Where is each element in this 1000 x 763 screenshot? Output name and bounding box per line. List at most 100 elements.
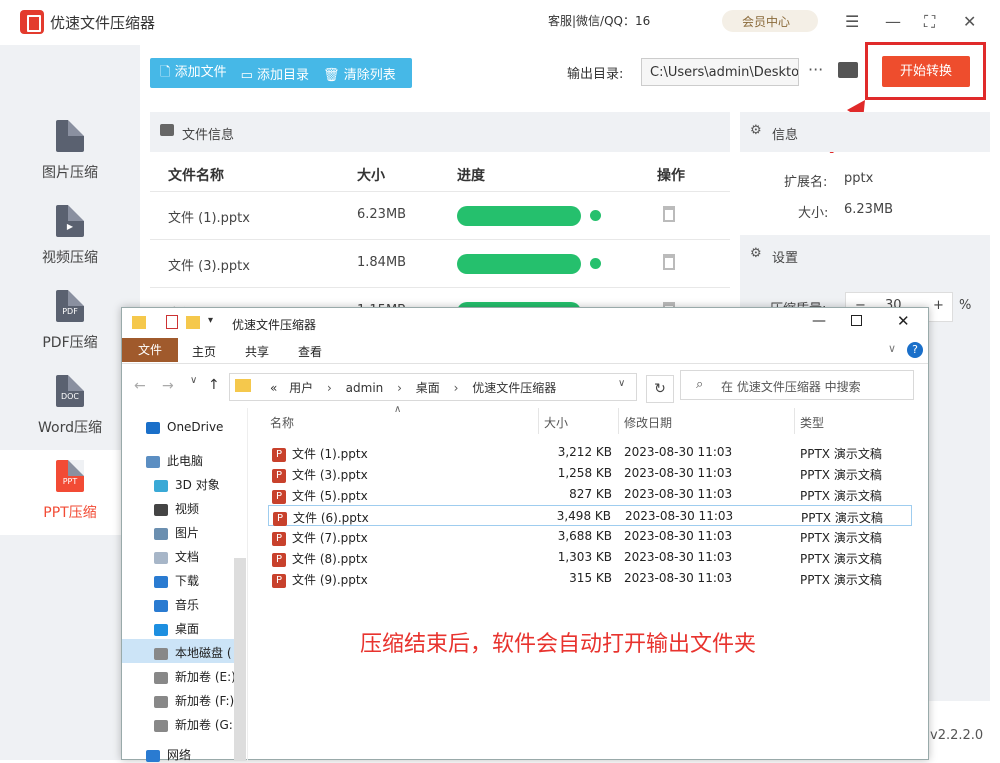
delete-icon[interactable]	[663, 254, 675, 270]
refresh-icon[interactable]: ↻	[646, 375, 674, 403]
sidebar-item-image[interactable]: 图片压缩	[0, 110, 140, 195]
navigation-pane: OneDrive 此电脑 3D 对象 视频 图片 文档 下载 音乐 桌面 本地磁…	[122, 408, 248, 763]
col-name[interactable]: 文件名称	[168, 165, 224, 185]
up-icon[interactable]: ↑	[208, 377, 220, 393]
file-type: PPTX 演示文稿	[800, 468, 882, 482]
col-header-size[interactable]: 大小	[544, 414, 568, 431]
file-row[interactable]: P 文件 (6).pptx 3,498 KB 2023-08-30 11:03 PPTX…	[268, 505, 912, 526]
minimize-icon[interactable]: —	[885, 12, 901, 31]
explorer-minimize-icon[interactable]: —	[812, 313, 826, 329]
explorer-close-icon[interactable]: ✕	[897, 312, 910, 330]
col-divider[interactable]	[794, 408, 795, 434]
col-header-type[interactable]: 类型	[800, 414, 824, 431]
col-divider[interactable]	[618, 408, 619, 434]
tree-item-pictures[interactable]: 图片	[154, 524, 199, 541]
quick-access-dropdown-icon[interactable]: ▾	[208, 315, 213, 326]
maximize-icon[interactable]: ⛶	[924, 12, 935, 32]
tree-item-local-disk[interactable]: 本地磁盘 (	[154, 644, 232, 661]
col-action: 操作	[657, 168, 685, 184]
file-row-name[interactable]: 文件 (1).pptx	[168, 207, 250, 226]
tree-item-music[interactable]: 音乐	[154, 596, 199, 613]
menu-icon[interactable]: ☰	[845, 12, 859, 31]
tab-file[interactable]: 文件	[122, 338, 178, 362]
col-header-date[interactable]: 修改日期	[624, 414, 672, 431]
breadcrumb-desktop[interactable]: 桌面	[416, 381, 440, 395]
tree-item-3d[interactable]: 3D 对象	[154, 476, 220, 493]
tree-item-this-pc[interactable]: 此电脑	[146, 452, 203, 469]
info-panel: 信息	[740, 112, 990, 152]
add-dir-button[interactable]: ▭ 添加目录	[241, 64, 309, 83]
col-header-name[interactable]: 名称	[270, 414, 294, 431]
file-row[interactable]: P 文件 (1).pptx 3,212 KB 2023-08-30 11:03 PPTX…	[268, 442, 912, 463]
clear-list-button[interactable]: 🗑 清除列表	[323, 64, 396, 83]
tree-item-documents[interactable]: 文档	[154, 548, 199, 565]
file-row[interactable]: P 文件 (3).pptx 1,258 KB 2023-08-30 11:03 PPTX…	[268, 463, 912, 484]
file-row-name[interactable]: 文件 (3).pptx	[168, 255, 250, 274]
output-path-field[interactable]: C:\Users\admin\Deskto	[641, 58, 799, 86]
tree-item-drive-e[interactable]: 新加卷 (E:)	[154, 668, 236, 685]
quality-plus-button[interactable]: +	[933, 298, 944, 313]
explorer-title: 优速文件压缩器	[232, 318, 317, 332]
sidebar-item-word[interactable]: DOC Word压缩	[0, 365, 140, 450]
tree-scrollbar[interactable]	[234, 558, 246, 761]
delete-icon[interactable]	[663, 206, 675, 222]
gear-icon: ⚙	[750, 123, 762, 138]
open-folder-icon[interactable]	[838, 62, 858, 78]
sidebar-item-label: PDF压缩	[42, 335, 98, 351]
tab-home[interactable]: 主页	[192, 343, 216, 360]
tree-item-desktop[interactable]: 桌面	[154, 620, 199, 637]
file-info-panel: 文件信息	[150, 112, 730, 152]
sidebar-item-ppt[interactable]: PPT PPT压缩	[0, 450, 140, 535]
col-divider[interactable]	[538, 408, 539, 434]
tab-share[interactable]: 共享	[245, 343, 269, 360]
back-icon[interactable]: ←	[134, 378, 146, 394]
image-file-icon	[56, 120, 84, 152]
documents-folder-icon	[154, 551, 168, 564]
breadcrumb-users[interactable]: 用户	[289, 381, 313, 395]
file-row[interactable]: P 文件 (8).pptx 1,303 KB 2023-08-30 11:03 PPTX…	[268, 547, 912, 568]
help-icon[interactable]: ?	[907, 342, 923, 358]
file-info-title: 文件信息	[182, 128, 235, 143]
file-name: P 文件 (8).pptx	[268, 550, 368, 567]
version-text: v2.2.2.0	[930, 728, 984, 743]
forward-icon[interactable]: →	[162, 378, 174, 394]
search-placeholder: 在 优速文件压缩器 中搜索	[721, 380, 861, 394]
tree-label: 桌面	[175, 622, 200, 636]
file-row[interactable]: P 文件 (9).pptx 315 KB 2023-08-30 11:03 PPTX 演…	[268, 568, 912, 589]
member-badge[interactable]: 会员中心	[722, 10, 818, 32]
search-input[interactable]: 在 优速文件压缩器 中搜索	[680, 370, 914, 400]
breadcrumb-current[interactable]: 优速文件压缩器	[472, 381, 556, 395]
tree-item-network[interactable]: 网络	[146, 746, 191, 763]
close-icon[interactable]: ✕	[963, 12, 976, 31]
tree-item-drive-g[interactable]: 新加卷 (G:	[154, 716, 233, 733]
size-value: 6.23MB	[844, 202, 894, 217]
address-bar[interactable]: « 用户 › admin › 桌面 › 优速文件压缩器	[229, 373, 637, 401]
breadcrumb-root[interactable]: «	[270, 381, 277, 395]
contact-text[interactable]: 客服|微信/QQ：16	[548, 12, 713, 28]
recent-dropdown-icon[interactable]: ∨	[190, 375, 197, 386]
file-name-text: 文件 (3).pptx	[292, 468, 368, 482]
tree-item-drive-f[interactable]: 新加卷 (F:)	[154, 692, 234, 709]
tree-item-onedrive[interactable]: OneDrive	[146, 420, 223, 434]
pdf-file-icon: PDF	[56, 290, 84, 322]
sidebar-item-pdf[interactable]: PDF PDF压缩	[0, 280, 140, 365]
new-folder-icon[interactable]	[186, 316, 200, 329]
breadcrumb-admin[interactable]: admin	[346, 381, 384, 395]
file-row[interactable]: P 文件 (5).pptx 827 KB 2023-08-30 11:03 PPTX 演…	[268, 484, 912, 505]
more-options-button[interactable]: ···	[808, 60, 823, 79]
tree-label: 新加卷 (G:	[175, 718, 233, 732]
tab-view[interactable]: 查看	[298, 343, 322, 360]
explorer-maximize-icon[interactable]	[851, 315, 862, 326]
ribbon-expand-icon[interactable]: ∨	[888, 342, 896, 355]
add-file-button[interactable]: 🗋 添加文件	[160, 61, 227, 85]
tree-label: 此电脑	[167, 454, 204, 468]
ext-label: 扩展名:	[784, 175, 828, 190]
tree-item-videos[interactable]: 视频	[154, 500, 199, 517]
tree-label: OneDrive	[167, 420, 224, 434]
address-dropdown-icon[interactable]: ∨	[618, 378, 625, 389]
tree-item-downloads[interactable]: 下载	[154, 572, 199, 589]
sidebar-item-video[interactable]: ▶ 视频压缩	[0, 195, 140, 280]
properties-icon[interactable]	[166, 315, 178, 329]
file-row[interactable]: P 文件 (7).pptx 3,688 KB 2023-08-30 11:03 PPTX…	[268, 526, 912, 547]
col-size[interactable]: 大小	[357, 165, 385, 185]
